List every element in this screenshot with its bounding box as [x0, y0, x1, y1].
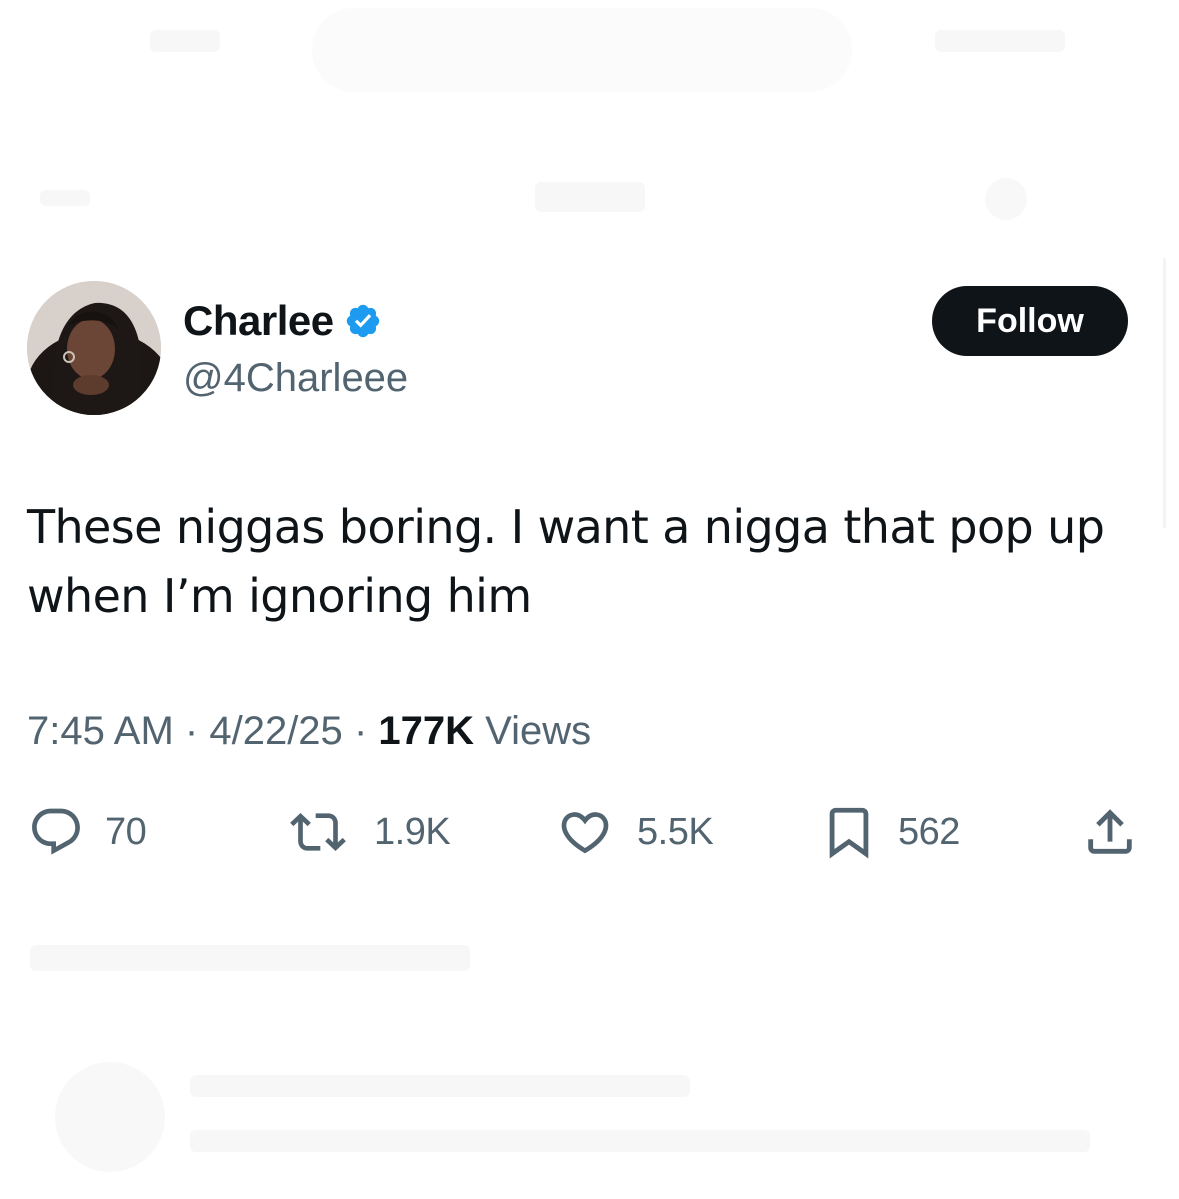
views-label[interactable]: Views	[485, 709, 591, 753]
search-bar-faded	[312, 8, 852, 92]
profile-photo	[27, 281, 161, 415]
reply-header-faded	[190, 1075, 690, 1097]
display-name[interactable]: Charlee	[183, 293, 334, 349]
tweet-page: Charlee @4Charleee Follow These niggas b…	[0, 0, 1179, 1199]
like-count: 5.5K	[637, 810, 714, 853]
tweet-date[interactable]: 4/22/25	[209, 709, 342, 753]
tweet-time[interactable]: 7:45 AM	[27, 709, 174, 753]
reply-icon	[32, 808, 80, 855]
tweet-meta: 7:45 AM · 4/22/25 · 177K Views	[27, 705, 591, 757]
author-handle[interactable]: @4Charleee	[183, 352, 408, 404]
status-icons-faded	[935, 30, 1065, 52]
reply-text-faded	[190, 1130, 1090, 1152]
meta-separator: ·	[184, 709, 199, 753]
views-count[interactable]: 177K	[378, 709, 474, 753]
repost-button[interactable]: 1.9K	[282, 800, 451, 864]
repost-icon	[290, 813, 346, 851]
reply-button[interactable]: 70	[27, 800, 147, 864]
header-icon-faded	[985, 178, 1027, 220]
bookmark-icon	[829, 807, 869, 859]
verified-badge-icon	[346, 304, 379, 338]
follow-button[interactable]: Follow	[932, 286, 1128, 356]
avatar[interactable]	[27, 281, 161, 415]
tweet-text: These niggas boring. I want a nigga that…	[27, 500, 1105, 623]
header-title-faded	[535, 182, 645, 212]
like-button[interactable]: 5.5K	[553, 800, 714, 864]
share-icon	[1088, 809, 1132, 854]
status-time-faded	[150, 30, 220, 52]
scroll-edge-faded	[1163, 258, 1166, 528]
bookmark-count: 562	[898, 810, 960, 853]
meta-separator: ·	[353, 709, 368, 753]
more-replies-faded	[30, 945, 470, 971]
reply-count: 70	[105, 810, 147, 853]
heart-icon	[561, 812, 609, 854]
author-name-row[interactable]: Charlee	[183, 293, 382, 349]
share-button[interactable]	[1080, 800, 1140, 864]
bookmark-button[interactable]: 562	[820, 800, 960, 864]
repost-count: 1.9K	[374, 810, 451, 853]
back-arrow-faded	[40, 190, 90, 206]
reply-avatar-faded	[55, 1062, 165, 1172]
